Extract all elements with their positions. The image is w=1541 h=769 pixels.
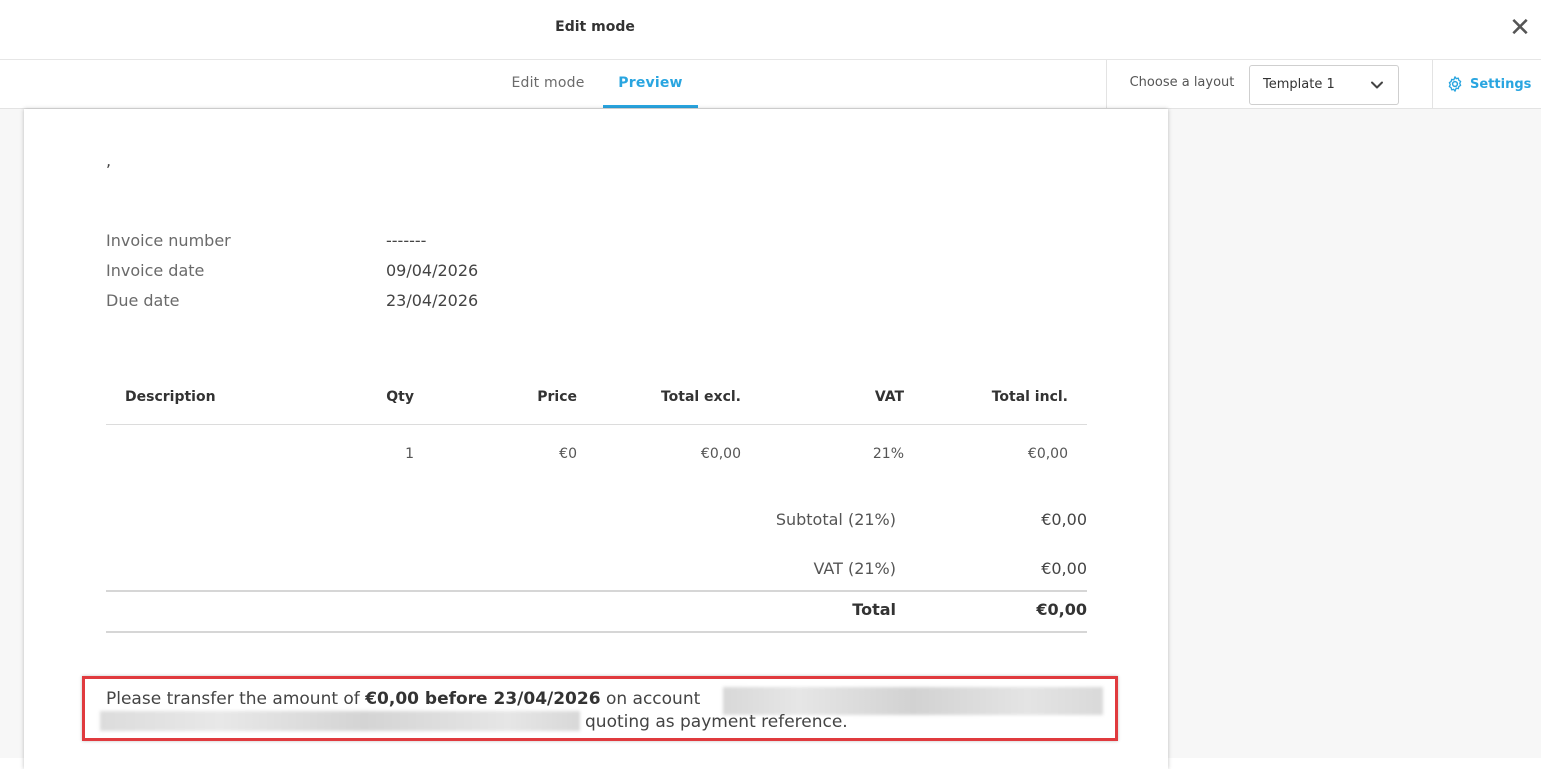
meta-label: Invoice date bbox=[106, 261, 205, 280]
window-title: Edit mode bbox=[555, 19, 635, 35]
meta-label: Invoice number bbox=[106, 231, 231, 250]
col-header-price: Price bbox=[537, 389, 577, 405]
cell-total-excl: €0,00 bbox=[700, 446, 741, 462]
col-header-total-excl: Total excl. bbox=[660, 389, 741, 405]
settings-label: Settings bbox=[1470, 76, 1532, 92]
layout-select-value: Template 1 bbox=[1263, 77, 1335, 92]
top-bar: Edit mode ✕ bbox=[0, 0, 1541, 60]
col-header-total-incl: Total incl. bbox=[991, 389, 1068, 405]
cell-total-incl: €0,00 bbox=[1027, 446, 1068, 462]
invoice-page: , Invoice number ------- Invoice date 09… bbox=[24, 109, 1168, 769]
mode-toolbar: Edit mode Preview Choose a layout Templa… bbox=[0, 60, 1541, 109]
summary-divider bbox=[106, 631, 1087, 633]
col-header-vat: VAT bbox=[874, 389, 904, 405]
subtotal-label: Subtotal (21%) bbox=[775, 510, 896, 529]
total-value: €0,00 bbox=[1036, 600, 1087, 619]
meta-value: 09/04/2026 bbox=[386, 261, 479, 280]
vat-label: VAT (21%) bbox=[813, 559, 896, 578]
tab-edit-mode[interactable]: Edit mode bbox=[495, 60, 601, 108]
toolbar-divider bbox=[1106, 60, 1107, 108]
settings-button[interactable]: Settings bbox=[1446, 74, 1531, 94]
cell-vat: 21% bbox=[872, 446, 904, 462]
cell-price: €0 bbox=[559, 446, 577, 462]
chevron-down-icon bbox=[1371, 81, 1383, 89]
layout-label: Choose a layout bbox=[1129, 75, 1235, 90]
tab-preview[interactable]: Preview bbox=[603, 60, 698, 108]
gear-icon bbox=[1448, 76, 1462, 92]
total-label: Total bbox=[852, 600, 896, 619]
vat-value: €0,00 bbox=[1041, 559, 1087, 578]
toolbar-divider bbox=[1432, 60, 1433, 108]
close-icon[interactable]: ✕ bbox=[1509, 14, 1531, 42]
meta-label: Due date bbox=[106, 291, 180, 310]
subtotal-value: €0,00 bbox=[1041, 510, 1087, 529]
meta-value: ------- bbox=[386, 231, 427, 250]
summary-divider bbox=[106, 590, 1087, 592]
table-divider bbox=[106, 424, 1087, 425]
payment-note-highlight bbox=[82, 676, 1118, 741]
col-header-description: Description bbox=[125, 389, 216, 405]
layout-select[interactable]: Template 1 bbox=[1249, 65, 1399, 105]
cell-qty: 1 bbox=[405, 446, 414, 462]
preview-canvas[interactable]: , Invoice number ------- Invoice date 09… bbox=[0, 109, 1541, 769]
col-header-qty: Qty bbox=[386, 389, 414, 405]
meta-value: 23/04/2026 bbox=[386, 291, 479, 310]
address-fragment: , bbox=[106, 151, 112, 170]
